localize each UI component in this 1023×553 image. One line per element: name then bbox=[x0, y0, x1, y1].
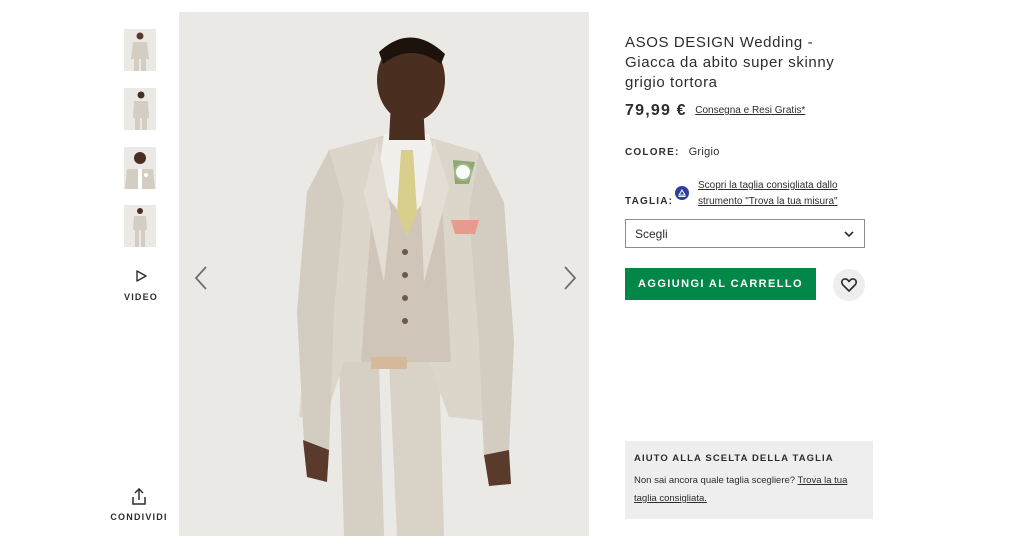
video-label: VIDEO bbox=[124, 292, 159, 302]
size-help-text: Non sai ancora quale taglia scegliere? T… bbox=[634, 472, 866, 508]
color-value: Grigio bbox=[688, 146, 720, 158]
gallery-thumbnail-4[interactable] bbox=[124, 205, 156, 247]
next-image-button[interactable] bbox=[558, 262, 580, 294]
product-price: 79,99 € bbox=[625, 102, 687, 119]
main-product-image bbox=[179, 12, 589, 536]
add-to-bag-button[interactable]: AGGIUNGI AL CARRELLO bbox=[625, 268, 816, 300]
size-help-title: AIUTO ALLA SCELTA DELLA TAGLIA bbox=[634, 453, 834, 464]
size-help-body: Non sai ancora quale taglia scegliere? bbox=[634, 475, 798, 486]
delivery-returns-link[interactable]: Consegna e Resi Gratis* bbox=[695, 105, 805, 116]
size-guide-link[interactable]: Scopri la taglia consigliata dallo strum… bbox=[698, 178, 868, 210]
size-help-panel: AIUTO ALLA SCELTA DELLA TAGLIA Non sai a… bbox=[625, 441, 873, 519]
color-label: COLORE: bbox=[625, 147, 680, 158]
share-button[interactable]: CONDIVIDI bbox=[108, 488, 170, 522]
thumbnail-image bbox=[124, 147, 156, 189]
share-icon bbox=[132, 488, 146, 505]
thumbnail-image bbox=[124, 205, 156, 247]
thumbnail-image bbox=[124, 29, 156, 71]
size-label: TAGLIA: bbox=[625, 196, 674, 207]
previous-image-button[interactable] bbox=[191, 262, 213, 294]
gallery-thumbnail-1[interactable] bbox=[124, 29, 156, 71]
heart-icon bbox=[841, 278, 857, 292]
color-row: COLORE: Grigio bbox=[625, 146, 720, 158]
size-guide-icon bbox=[675, 186, 689, 200]
price-row: 79,99 € Consegna e Resi Gratis* bbox=[625, 102, 805, 120]
product-photo bbox=[179, 12, 589, 536]
play-icon bbox=[136, 270, 147, 282]
gallery-thumbnail-3[interactable] bbox=[124, 147, 156, 189]
size-select[interactable]: Scegli bbox=[625, 219, 865, 248]
size-select-value: Scegli bbox=[635, 227, 668, 241]
share-label: CONDIVIDI bbox=[110, 512, 168, 522]
chevron-down-icon bbox=[844, 231, 854, 238]
thumbnail-image bbox=[124, 88, 156, 130]
product-title: ASOS DESIGN Wedding - Giacca da abito su… bbox=[625, 34, 835, 91]
chevron-left-icon bbox=[194, 266, 207, 290]
save-for-later-button[interactable] bbox=[833, 269, 865, 301]
video-button[interactable]: VIDEO bbox=[124, 270, 158, 302]
gallery-thumbnail-2[interactable] bbox=[124, 88, 156, 130]
chevron-right-icon bbox=[564, 266, 577, 290]
